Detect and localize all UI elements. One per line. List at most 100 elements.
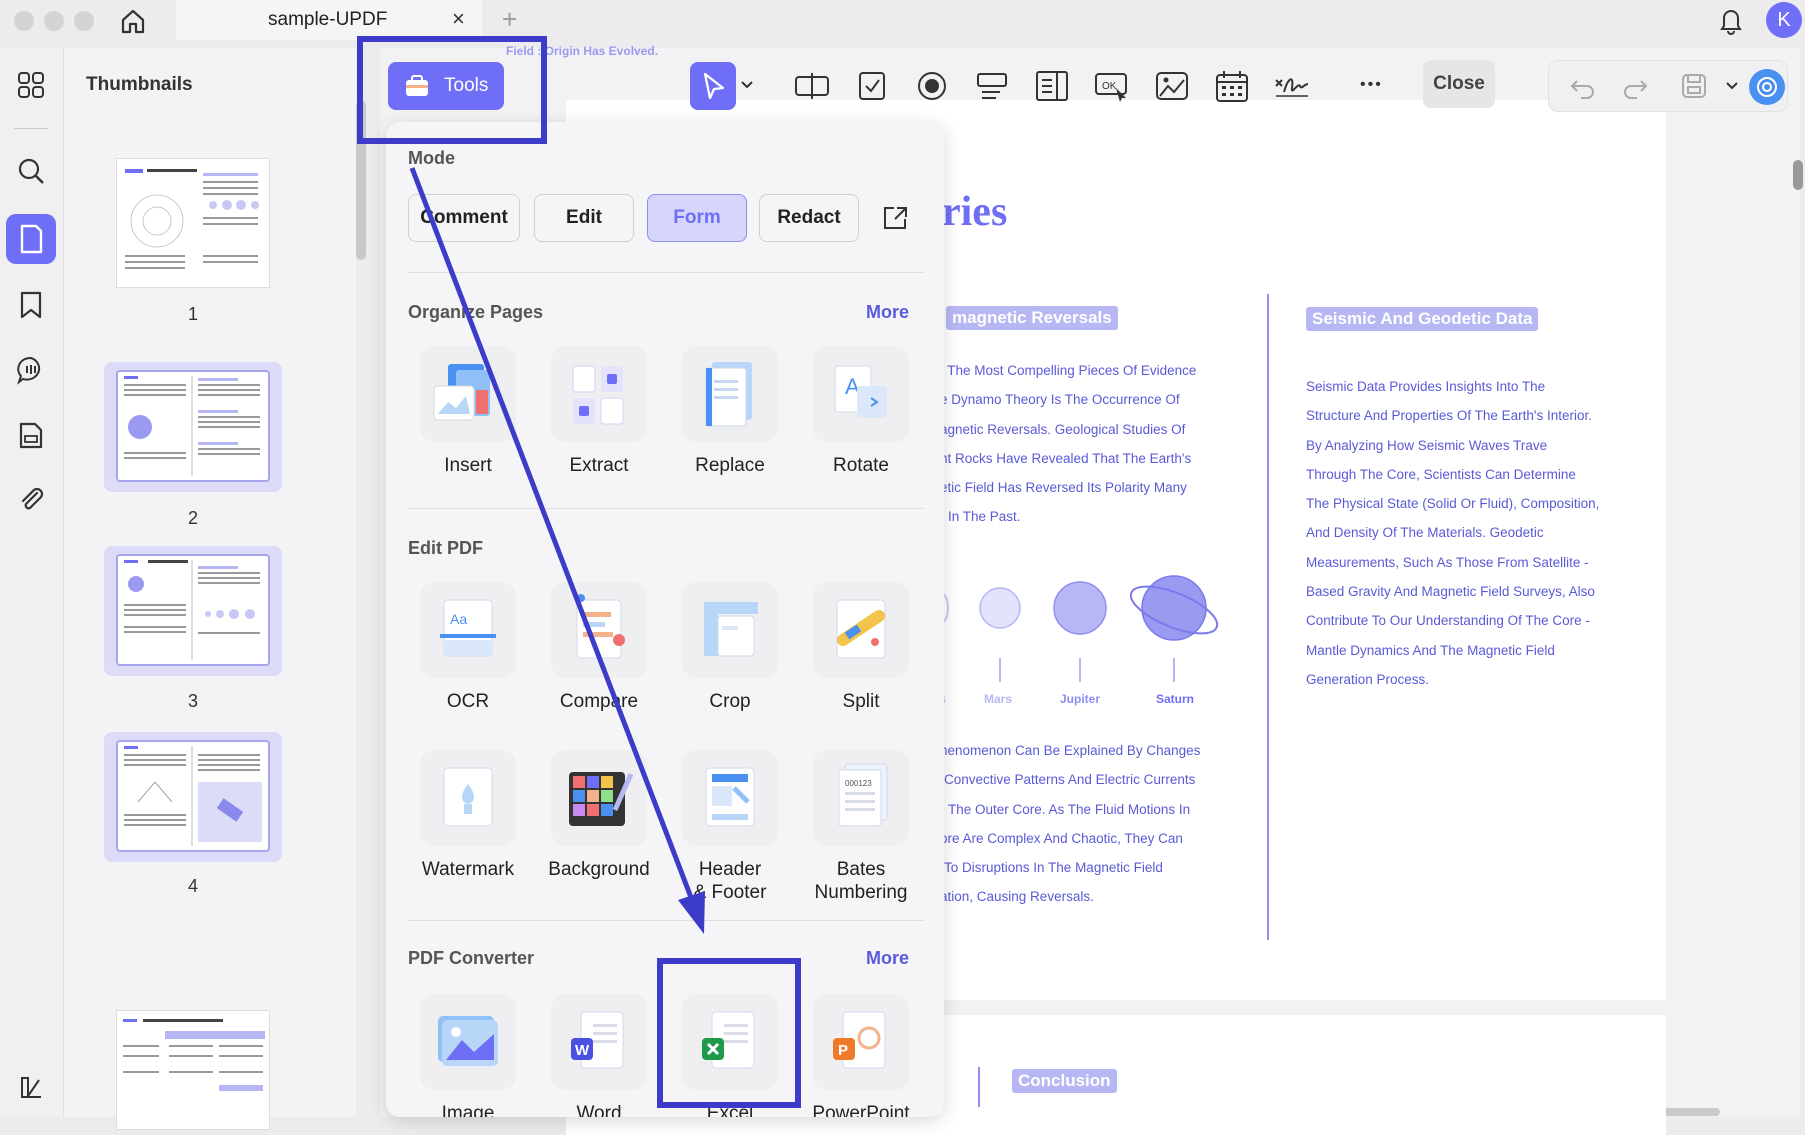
tab-title: sample-UPDF <box>268 9 388 30</box>
open-external-icon[interactable] <box>880 204 910 232</box>
left-paragraph: f The Most Compelling Pieces Of Evidence… <box>940 356 1240 532</box>
text-line: The Outer Core. As The Fluid Motions In <box>948 801 1191 817</box>
close-form-mode-button[interactable]: Close <box>1423 60 1495 108</box>
rotate-tool[interactable]: A Rotate <box>801 346 921 477</box>
more-tools-button[interactable]: ••• <box>1360 76 1383 94</box>
tool-label: Bates Numbering <box>814 859 908 903</box>
svg-text:000123: 000123 <box>845 779 872 788</box>
bates-numbering-tool[interactable]: 000123 Bates Numbering <box>801 750 921 904</box>
redo-icon[interactable] <box>1621 73 1651 101</box>
tool-label: OCR <box>446 691 490 712</box>
chevron-down-icon[interactable] <box>740 78 754 92</box>
convert-image-tool[interactable]: Image <box>408 994 528 1117</box>
nav-divider <box>14 128 48 129</box>
ocr-tool[interactable]: Aa OCR <box>408 582 528 713</box>
compare-tool[interactable]: Compare <box>539 582 659 713</box>
text-line: Measurements, Such As Those From Satelli… <box>1306 554 1589 570</box>
pages-icon[interactable] <box>16 420 46 450</box>
convert-powerpoint-tool[interactable]: P PowerPoint <box>801 994 921 1117</box>
section-heading: ries <box>942 189 1008 235</box>
thumbnail-number: 2 <box>187 508 198 528</box>
column-divider <box>978 1067 980 1107</box>
thumbnail-page-4[interactable] <box>104 732 282 862</box>
tool-label: Rotate <box>833 455 889 476</box>
dropdown-field-icon[interactable] <box>972 68 1012 104</box>
date-field-icon[interactable] <box>1212 68 1252 104</box>
watermark-tool[interactable]: Watermark <box>408 750 528 881</box>
thumbnail-number: 4 <box>187 876 198 896</box>
button-field-icon[interactable]: OK <box>1092 68 1132 104</box>
mode-redact-button[interactable]: Redact <box>759 194 859 242</box>
checkbox-icon[interactable] <box>852 68 892 104</box>
text-line: Seismic Data Provides Insights Into The <box>1306 379 1546 394</box>
planets-diagram <box>941 575 1219 682</box>
edit-pdf-title: Edit PDF <box>408 538 483 558</box>
avatar[interactable]: K <box>1766 2 1802 38</box>
chevron-down-icon[interactable] <box>1725 79 1739 93</box>
text-line: e Dynamo Theory Is The Occurrence Of <box>940 392 1180 408</box>
tool-label: PowerPoint <box>812 1103 910 1117</box>
text-line: agnetic Reversals. Geological Studies Of <box>940 421 1186 437</box>
text-line: Contribute To Our Understanding Of The C… <box>1306 613 1590 629</box>
split-tool[interactable]: Split <box>801 582 921 713</box>
tool-label: Header & Footer <box>693 859 767 903</box>
search-icon[interactable] <box>16 156 46 186</box>
planet-label: Saturn <box>1156 692 1195 706</box>
save-icon[interactable] <box>1679 71 1709 101</box>
list-box-icon[interactable] <box>1032 68 1072 104</box>
document-tab[interactable]: sample-UPDF × <box>176 0 482 40</box>
tool-label: Image <box>441 1103 495 1117</box>
tab-close-button[interactable]: × <box>452 6 465 32</box>
insert-tool[interactable]: Insert <box>408 346 528 477</box>
title-bar: sample-UPDF × + K <box>0 0 1805 40</box>
pdf-converter-title: PDF Converter <box>408 948 535 968</box>
undo-icon[interactable] <box>1567 73 1597 101</box>
text-line: The Physical State (Solid Or Fluid), Com… <box>1306 496 1600 512</box>
thumbnails-nav-button[interactable] <box>6 214 56 264</box>
image-field-icon[interactable] <box>1152 68 1192 104</box>
text-field-icon[interactable] <box>792 68 832 104</box>
extract-tool[interactable]: Extract <box>539 346 659 477</box>
thumbnail-page-5[interactable] <box>116 1010 270 1130</box>
window-close-button[interactable] <box>14 11 34 31</box>
header-footer-tool[interactable]: Header & Footer <box>670 750 790 904</box>
mode-form-button[interactable]: Form <box>647 194 747 242</box>
grid-icon[interactable] <box>16 70 46 100</box>
ai-assistant-icon[interactable] <box>1749 69 1785 105</box>
signature-field-icon[interactable] <box>1272 68 1312 104</box>
home-icon[interactable] <box>118 6 148 36</box>
text-line: To Disruptions In The Magnetic Field <box>944 860 1163 876</box>
crop-tool[interactable]: Crop <box>670 582 790 713</box>
organize-more-link[interactable]: More <box>866 302 909 323</box>
tool-label: Extract <box>569 455 629 476</box>
bookmark-icon[interactable] <box>18 290 44 320</box>
tool-label: Watermark <box>421 859 515 880</box>
divider <box>408 920 924 921</box>
convert-word-tool[interactable]: W Word <box>539 994 659 1117</box>
column-divider <box>1267 294 1269 940</box>
text-line: Convective Patterns And Electric Current… <box>944 772 1196 788</box>
thumbnail-page-2[interactable] <box>104 362 282 492</box>
text-line: ore Are Complex And Chaotic, They Can <box>940 830 1183 846</box>
radio-button-icon[interactable] <box>912 68 952 104</box>
thumbnail-page-3[interactable] <box>104 546 282 676</box>
comment-icon[interactable] <box>15 354 47 386</box>
left-section-banner: magnetic Reversals <box>946 306 1118 330</box>
new-tab-button[interactable]: + <box>502 4 517 35</box>
converter-more-link[interactable]: More <box>866 948 909 969</box>
thumbnail-page-1[interactable] <box>116 158 270 288</box>
replace-tool[interactable]: Replace <box>670 346 790 477</box>
window-minimize-button[interactable] <box>44 11 64 31</box>
layers-icon[interactable] <box>16 1072 46 1102</box>
svg-text:Aa: Aa <box>450 611 467 627</box>
select-tool-button[interactable] <box>690 62 736 110</box>
attachment-icon[interactable] <box>16 484 46 514</box>
mode-comment-button[interactable]: Comment <box>408 194 520 242</box>
window-zoom-button[interactable] <box>74 11 94 31</box>
background-tool[interactable]: Background <box>539 750 659 881</box>
organize-pages-title: Organize Pages <box>408 302 544 322</box>
document-scrollbar[interactable] <box>1793 160 1803 190</box>
mode-edit-button[interactable]: Edit <box>534 194 634 242</box>
thumbnails-panel: Thumbnails 1 2 3 4 <box>64 48 356 1130</box>
bell-icon[interactable] <box>1716 4 1746 36</box>
